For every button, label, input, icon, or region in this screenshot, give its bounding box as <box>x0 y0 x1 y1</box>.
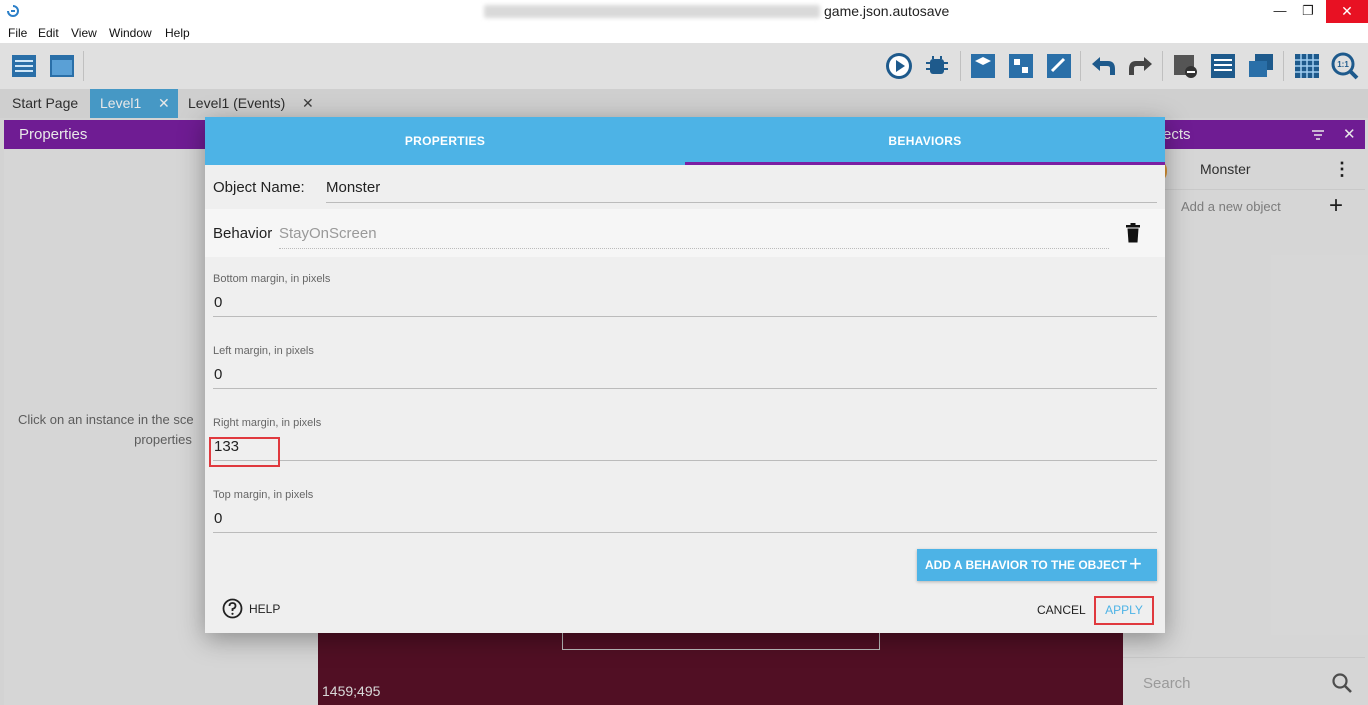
toolbar-separator <box>1283 51 1284 81</box>
dialog-tabs: PROPERTIES BEHAVIORS <box>205 117 1165 165</box>
minimize-button[interactable]: — <box>1266 0 1294 23</box>
object-name-field[interactable] <box>326 173 1157 203</box>
right-margin-field-group: Right margin, in pixels <box>213 417 1157 477</box>
maximize-button[interactable]: ❐ <box>1294 0 1322 23</box>
layers-icon[interactable] <box>1246 51 1276 81</box>
toolbar-separator <box>1080 51 1081 81</box>
project-manager-icon[interactable] <box>9 51 39 81</box>
toolbar-separator <box>1162 51 1163 81</box>
left-margin-input[interactable] <box>213 361 1157 389</box>
grid-icon[interactable] <box>1292 51 1322 81</box>
field-label: Left margin, in pixels <box>213 345 314 357</box>
bottom-margin-field-group: Bottom margin, in pixels <box>213 273 1157 333</box>
field-label: Right margin, in pixels <box>213 417 322 429</box>
window-title: game.json.autosave <box>824 3 950 19</box>
app-icon <box>7 5 19 17</box>
edit-layers-icon[interactable] <box>968 51 998 81</box>
scene-properties-icon[interactable] <box>1044 51 1074 81</box>
behavior-label: Behavior <box>213 225 273 242</box>
toolbar: 1:1 <box>0 43 1368 89</box>
bottom-margin-input[interactable] <box>213 289 1157 317</box>
instances-list-icon[interactable] <box>1208 51 1238 81</box>
help-icon <box>222 598 243 619</box>
menu-file[interactable]: File <box>8 26 27 40</box>
add-behavior-button[interactable]: ADD A BEHAVIOR TO THE OBJECT + <box>917 549 1157 581</box>
menu-window[interactable]: Window <box>109 26 152 40</box>
undo-icon[interactable] <box>1088 51 1118 81</box>
tab-behaviors[interactable]: BEHAVIORS <box>685 117 1165 165</box>
menu-bar: File Edit View Window Help <box>0 23 1368 43</box>
field-label: Top margin, in pixels <box>213 489 314 501</box>
apply-button[interactable]: APPLY <box>1094 596 1154 625</box>
play-icon[interactable] <box>884 51 914 81</box>
close-window-button[interactable]: ✕ <box>1326 0 1368 23</box>
menu-edit[interactable]: Edit <box>38 26 59 40</box>
object-name-row: Object Name: <box>205 165 1165 209</box>
top-margin-field-group: Top margin, in pixels <box>213 489 1157 549</box>
behavior-header-row: Behavior <box>205 209 1165 257</box>
debug-icon[interactable] <box>922 51 952 81</box>
behavior-name-field[interactable] <box>279 219 1109 249</box>
object-groups-icon[interactable] <box>1006 51 1036 81</box>
redo-icon[interactable] <box>1126 51 1156 81</box>
menu-view[interactable]: View <box>71 26 97 40</box>
plus-icon: + <box>1129 551 1142 576</box>
delete-behavior-icon[interactable] <box>1125 223 1141 243</box>
add-behavior-label: ADD A BEHAVIOR TO THE OBJECT <box>925 558 1128 572</box>
delete-instance-icon[interactable] <box>1170 51 1200 81</box>
right-margin-input[interactable] <box>213 433 1157 461</box>
left-margin-field-group: Left margin, in pixels <box>213 345 1157 405</box>
highlight-box <box>209 437 280 467</box>
tab-properties[interactable]: PROPERTIES <box>205 117 685 165</box>
field-label: Bottom margin, in pixels <box>213 273 331 285</box>
object-name-label: Object Name: <box>213 179 305 196</box>
zoom-reset-icon[interactable]: 1:1 <box>1330 51 1360 81</box>
help-label: HELP <box>249 602 281 616</box>
window-editor-icon[interactable] <box>47 51 77 81</box>
menu-help[interactable]: Help <box>165 26 190 40</box>
object-editor-dialog: PROPERTIES BEHAVIORS Object Name: Behavi… <box>205 117 1165 633</box>
cancel-button[interactable]: CANCEL <box>1037 603 1086 617</box>
top-margin-input[interactable] <box>213 505 1157 533</box>
toolbar-separator <box>83 51 84 81</box>
title-path-blurred <box>484 5 820 18</box>
toolbar-separator <box>960 51 961 81</box>
svg-text:1:1: 1:1 <box>1337 60 1349 69</box>
title-bar: game.json.autosave — ❐ ✕ <box>0 0 1368 23</box>
